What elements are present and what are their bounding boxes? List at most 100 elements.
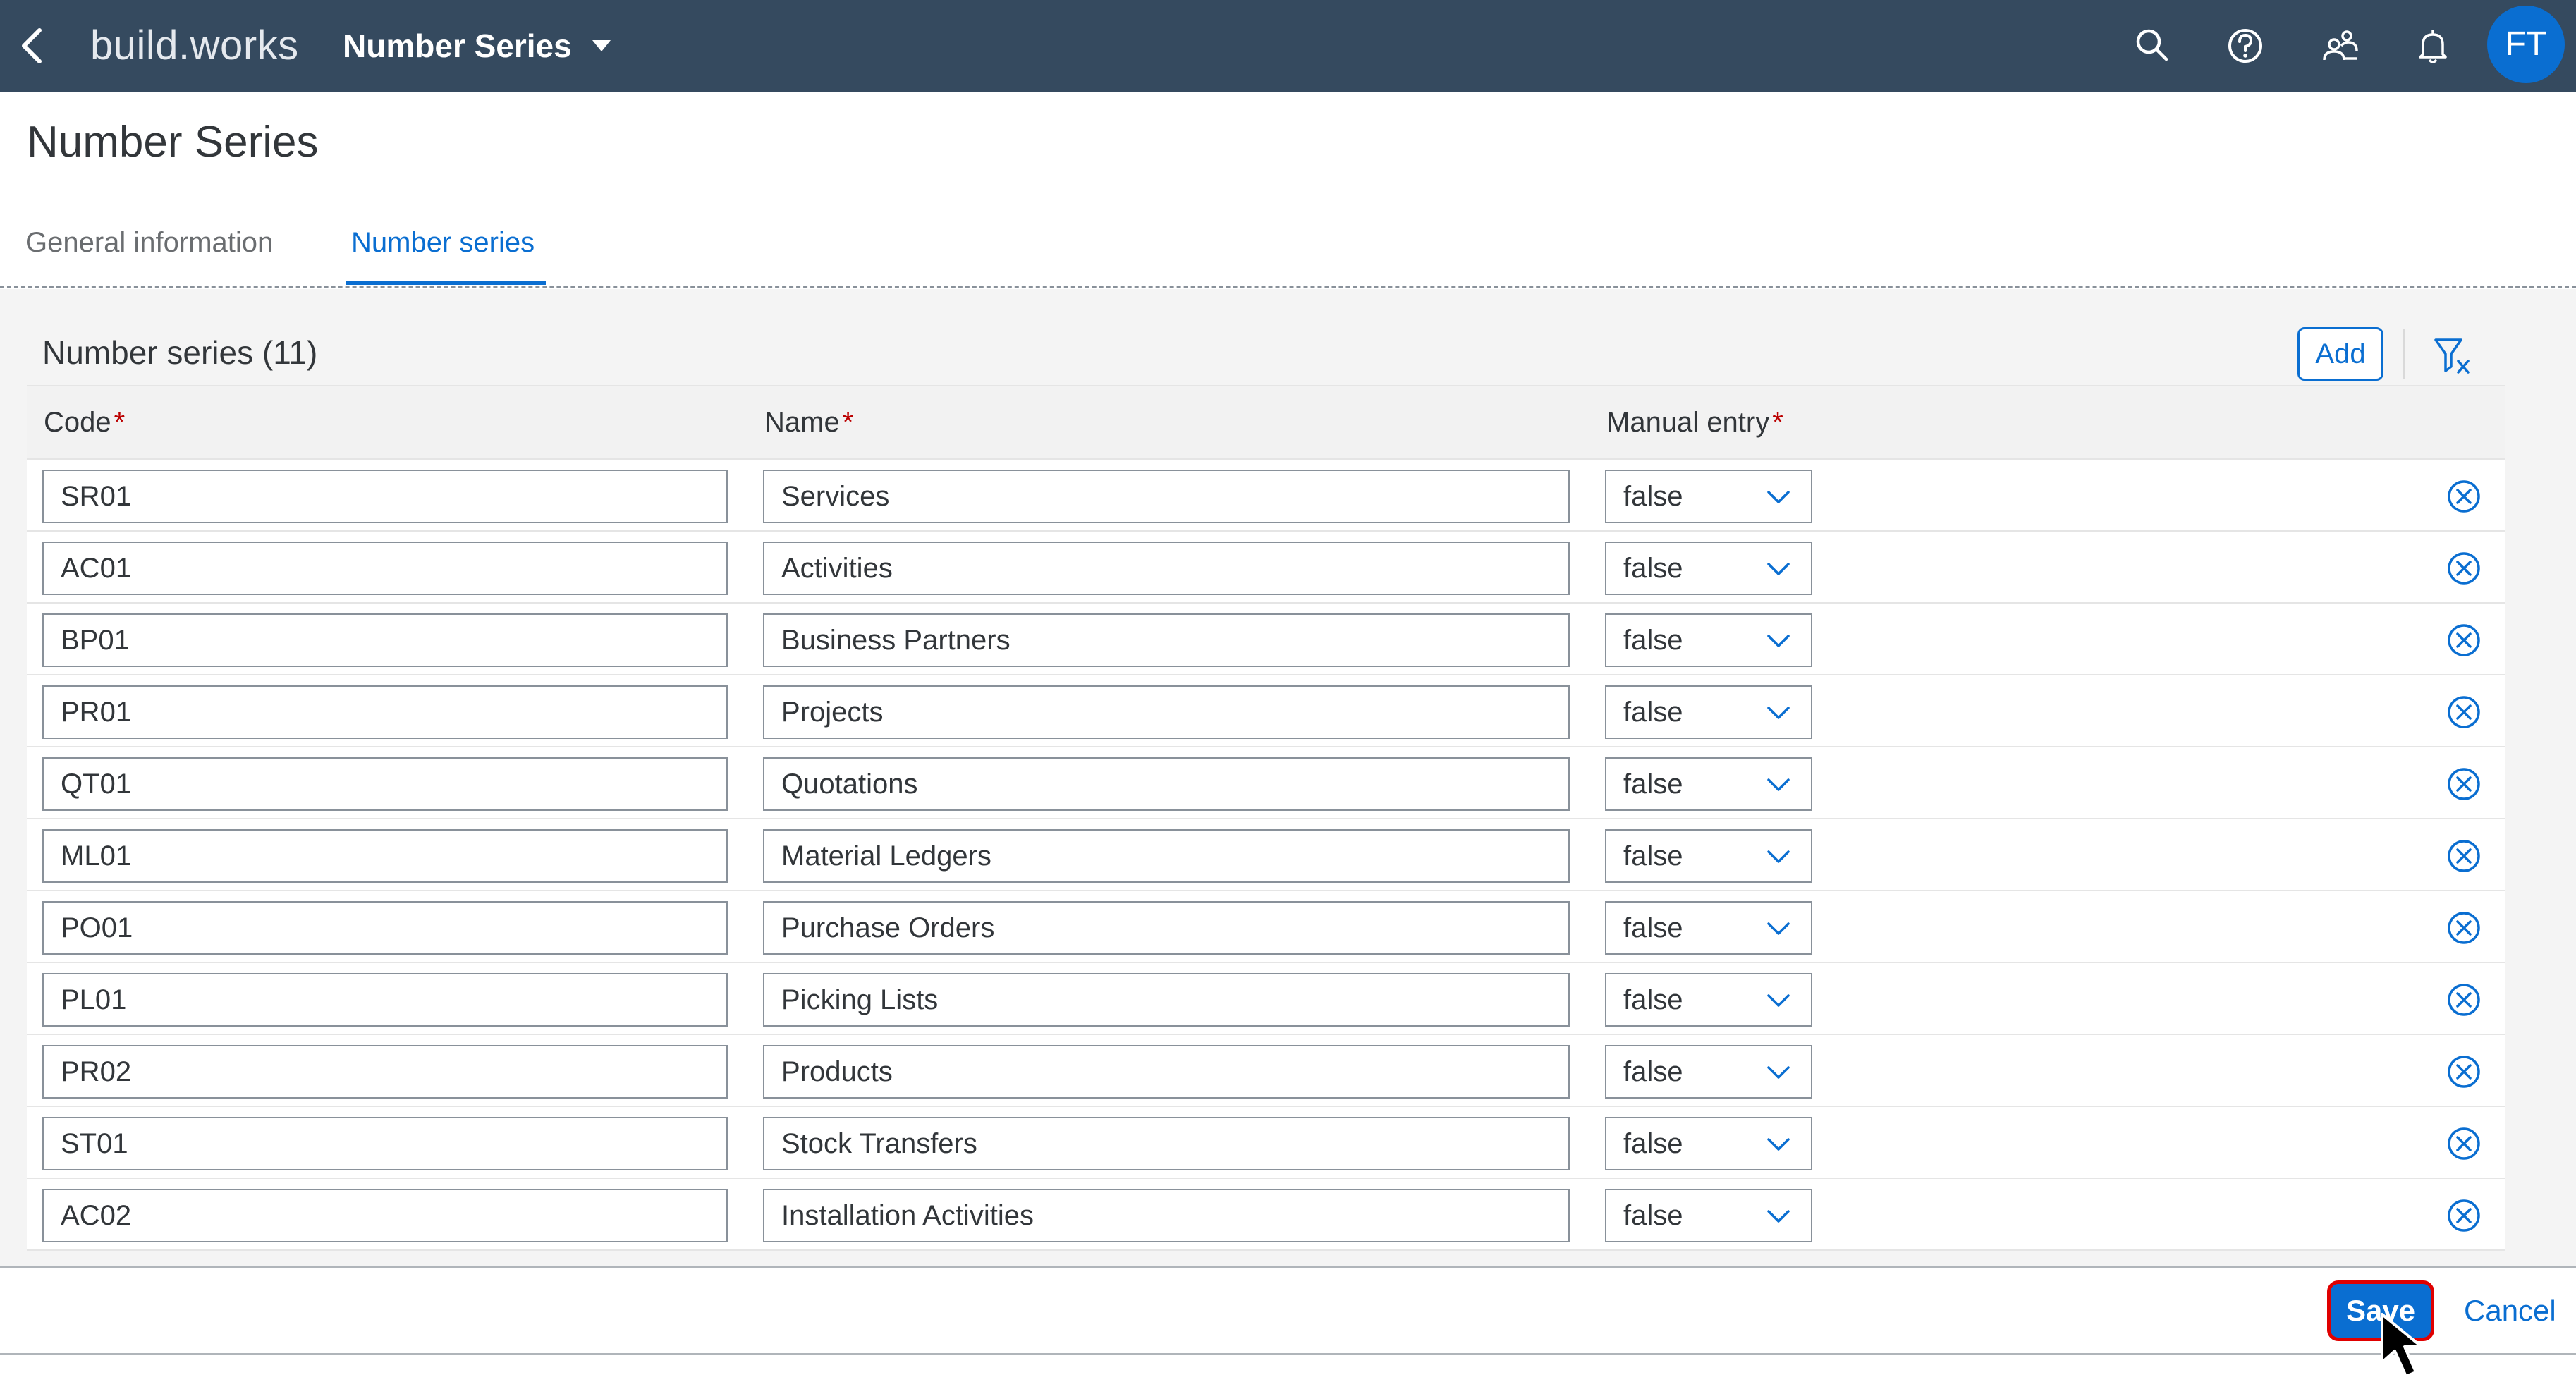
chevron-down-icon[interactable] bbox=[1764, 487, 1793, 508]
footer-bar bbox=[0, 1266, 2576, 1355]
back-icon[interactable] bbox=[16, 26, 48, 66]
code-input[interactable]: PO01 bbox=[42, 901, 728, 955]
cancel-button[interactable]: Cancel bbox=[2464, 1290, 2556, 1331]
caret-down-icon[interactable] bbox=[591, 39, 612, 53]
logo-text-build: build bbox=[90, 23, 179, 68]
delete-row-icon[interactable] bbox=[2446, 622, 2482, 659]
name-input[interactable]: Activities bbox=[763, 542, 1570, 595]
code-input[interactable]: ML01 bbox=[42, 829, 728, 883]
column-label-name: Name bbox=[764, 407, 840, 438]
manual-entry-value: false bbox=[1623, 984, 1683, 1015]
page-title: Number Series bbox=[27, 118, 319, 166]
name-input[interactable]: Purchase Orders bbox=[763, 901, 1570, 955]
delete-row-icon[interactable] bbox=[2446, 766, 2482, 802]
required-mark: * bbox=[114, 407, 126, 438]
chevron-down-icon[interactable] bbox=[1764, 1206, 1793, 1227]
chevron-down-icon[interactable] bbox=[1764, 1062, 1793, 1083]
code-input[interactable]: QT01 bbox=[42, 757, 728, 811]
chevron-down-icon[interactable] bbox=[1764, 774, 1793, 795]
manual-entry-value: false bbox=[1623, 1128, 1683, 1159]
name-input[interactable]: Material Ledgers bbox=[763, 829, 1570, 883]
required-mark: * bbox=[842, 407, 854, 438]
table-row: PO01 Purchase Orders false bbox=[27, 891, 2505, 963]
manual-entry-select[interactable]: false bbox=[1605, 973, 1812, 1027]
name-input[interactable]: Projects bbox=[763, 685, 1570, 739]
app-title-menu[interactable]: Number Series bbox=[343, 24, 572, 68]
chevron-down-icon[interactable] bbox=[1764, 846, 1793, 867]
name-input[interactable]: Stock Transfers bbox=[763, 1117, 1570, 1170]
delete-row-icon[interactable] bbox=[2446, 838, 2482, 874]
notification-bell-icon[interactable] bbox=[2412, 25, 2454, 67]
name-input[interactable]: Services bbox=[763, 470, 1570, 523]
manual-entry-select[interactable]: false bbox=[1605, 757, 1812, 811]
table-body: SR01 Services false AC01 Activities false BP01… bbox=[27, 460, 2505, 1251]
selected-tab-indicator bbox=[346, 281, 546, 285]
code-input[interactable]: PR01 bbox=[42, 685, 728, 739]
manual-entry-select[interactable]: false bbox=[1605, 1117, 1812, 1170]
tab-number-series[interactable]: Number series bbox=[351, 223, 535, 262]
delete-row-icon[interactable] bbox=[2446, 982, 2482, 1018]
manual-entry-select[interactable]: false bbox=[1605, 542, 1812, 595]
code-input[interactable]: PR02 bbox=[42, 1045, 728, 1099]
chevron-down-icon[interactable] bbox=[1764, 630, 1793, 652]
delete-row-icon[interactable] bbox=[2446, 1053, 2482, 1090]
delete-row-icon[interactable] bbox=[2446, 478, 2482, 515]
table-row: AC01 Activities false bbox=[27, 532, 2505, 604]
user-group-icon[interactable] bbox=[2319, 25, 2361, 67]
tab-general-information[interactable]: General information bbox=[25, 223, 273, 262]
manual-entry-select[interactable]: false bbox=[1605, 1045, 1812, 1099]
chevron-down-icon[interactable] bbox=[1764, 918, 1793, 939]
code-input[interactable]: AC01 bbox=[42, 542, 728, 595]
code-input[interactable]: BP01 bbox=[42, 613, 728, 667]
add-button[interactable]: Add bbox=[2297, 327, 2383, 381]
manual-entry-select[interactable]: false bbox=[1605, 901, 1812, 955]
logo-text-works: works bbox=[190, 23, 299, 68]
chevron-down-icon[interactable] bbox=[1764, 558, 1793, 580]
table-row: PR02 Products false bbox=[27, 1035, 2505, 1107]
clear-filter-icon[interactable] bbox=[2433, 334, 2472, 377]
chevron-down-icon[interactable] bbox=[1764, 702, 1793, 723]
name-input[interactable]: Picking Lists bbox=[763, 973, 1570, 1027]
table-title: Number series (11) bbox=[42, 334, 318, 371]
code-input[interactable]: ST01 bbox=[42, 1117, 728, 1170]
logo[interactable]: build.works bbox=[90, 21, 299, 71]
name-input[interactable]: Quotations bbox=[763, 757, 1570, 811]
manual-entry-select[interactable]: false bbox=[1605, 685, 1812, 739]
delete-row-icon[interactable] bbox=[2446, 1197, 2482, 1234]
name-input[interactable]: Business Partners bbox=[763, 613, 1570, 667]
manual-entry-value: false bbox=[1623, 769, 1683, 800]
chevron-down-icon[interactable] bbox=[1764, 1134, 1793, 1155]
toolbar-separator bbox=[2403, 329, 2405, 379]
manual-entry-value: false bbox=[1623, 1200, 1683, 1231]
column-header-name: Name * bbox=[764, 403, 853, 441]
delete-row-icon[interactable] bbox=[2446, 910, 2482, 946]
required-mark: * bbox=[1772, 407, 1783, 438]
search-icon[interactable] bbox=[2131, 25, 2173, 67]
delete-row-icon[interactable] bbox=[2446, 1125, 2482, 1162]
help-icon[interactable] bbox=[2224, 25, 2266, 67]
number-series-table: Code * Name * Manual entry * SR01 Services fa… bbox=[27, 385, 2505, 1251]
header-divider bbox=[0, 286, 2576, 288]
avatar[interactable]: FT bbox=[2487, 6, 2565, 83]
delete-row-icon[interactable] bbox=[2446, 694, 2482, 730]
shell-bar: build.works Number Series FT bbox=[0, 0, 2576, 92]
table-row: BP01 Business Partners false bbox=[27, 604, 2505, 675]
manual-entry-value: false bbox=[1623, 553, 1683, 584]
manual-entry-value: false bbox=[1623, 481, 1683, 512]
manual-entry-select[interactable]: false bbox=[1605, 1189, 1812, 1242]
manual-entry-select[interactable]: false bbox=[1605, 829, 1812, 883]
name-input[interactable]: Products bbox=[763, 1045, 1570, 1099]
table-row: PR01 Projects false bbox=[27, 675, 2505, 747]
code-input[interactable]: SR01 bbox=[42, 470, 728, 523]
name-input[interactable]: Installation Activities bbox=[763, 1189, 1570, 1242]
code-input[interactable]: AC02 bbox=[42, 1189, 728, 1242]
manual-entry-value: false bbox=[1623, 840, 1683, 872]
manual-entry-value: false bbox=[1623, 697, 1683, 728]
logo-text-dot: . bbox=[178, 23, 190, 68]
chevron-down-icon[interactable] bbox=[1764, 990, 1793, 1011]
delete-row-icon[interactable] bbox=[2446, 550, 2482, 587]
code-input[interactable]: PL01 bbox=[42, 973, 728, 1027]
manual-entry-select[interactable]: false bbox=[1605, 613, 1812, 667]
manual-entry-select[interactable]: false bbox=[1605, 470, 1812, 523]
column-header-code: Code * bbox=[44, 403, 125, 441]
